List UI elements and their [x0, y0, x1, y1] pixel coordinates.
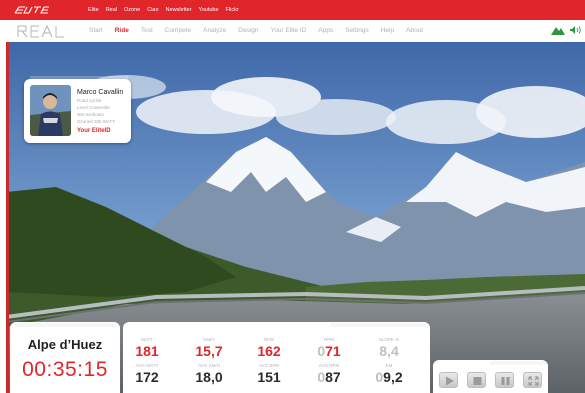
main-nav: Start Ride Test Compete Analyze Design Y…: [89, 26, 435, 36]
stat-value: 8,4: [379, 343, 399, 359]
stat-km: KM 09,2: [361, 363, 417, 385]
route-panel: Alpe d’Huez 00:35:15: [10, 322, 120, 393]
nav-settings[interactable]: Settings: [345, 26, 369, 36]
avatar[interactable]: [30, 85, 71, 136]
elapsed-time: 00:35:15: [22, 358, 108, 381]
stat-value: 15,7: [195, 343, 223, 359]
stat-value: 9,2: [383, 369, 403, 385]
top-link-ciao[interactable]: Ciao: [147, 5, 158, 15]
nav-analyze[interactable]: Analyze: [203, 26, 226, 36]
stop-button[interactable]: [467, 372, 486, 388]
fullscreen-button[interactable]: [523, 372, 542, 388]
top-link-real[interactable]: Real: [106, 5, 117, 15]
elite-logo[interactable]: [14, 6, 50, 14]
nav-about[interactable]: About: [406, 26, 423, 36]
stat-value: 181: [135, 343, 159, 359]
nav-test[interactable]: Test: [141, 26, 153, 36]
nav-bar: Start Ride Test Compete Analyze Design Y…: [0, 20, 585, 42]
top-link-youtube[interactable]: Youtube: [199, 5, 219, 15]
nav-your-elite-id[interactable]: Your Elite ID: [270, 26, 306, 36]
stat-rpm: RPM 071: [301, 337, 357, 359]
app-window: Elite Real Ozone Ciao Newsletter Youtube…: [0, 0, 585, 393]
stat-value-wrap: 087: [301, 369, 357, 385]
stat-value: 18,0: [195, 369, 223, 385]
stats-panel-decoration: [330, 323, 426, 327]
stat-slope: SLOPE % 8,4: [361, 337, 417, 359]
real-logo[interactable]: [16, 24, 72, 38]
stat-avg-rpm: AVG RPM 087: [301, 363, 357, 385]
profile-detail: Road cyclist: [77, 98, 102, 103]
nav-compete[interactable]: Compete: [165, 26, 191, 36]
play-button[interactable]: [439, 372, 458, 388]
nav-start[interactable]: Start: [89, 26, 103, 36]
red-edge-accent: [6, 42, 9, 393]
nav-ride[interactable]: Ride: [115, 26, 129, 36]
stat-value: 71: [325, 343, 341, 359]
stop-icon: [473, 377, 482, 385]
fullscreen-icon: [528, 376, 539, 386]
stat-kmh: KM/H 15,7: [181, 337, 237, 359]
profile-detail: Ozoned 305 WATT: [77, 119, 116, 124]
stat-avg-kmh: AVG KM/H 18,0: [181, 363, 237, 385]
route-name: Alpe d’Huez: [27, 337, 103, 352]
top-link-flickr[interactable]: Flickr: [226, 5, 239, 15]
stat-value-prefix: 0: [317, 343, 326, 359]
top-link-ozone[interactable]: Ozone: [124, 5, 140, 15]
stat-value-prefix: 0: [375, 369, 384, 385]
route-panel-decoration: [16, 323, 116, 327]
stat-value: 172: [135, 369, 159, 385]
top-bar: Elite Real Ozone Ciao Newsletter Youtube…: [0, 0, 585, 20]
controls-panel-decoration: [490, 361, 546, 365]
stat-avg-watt: AVG WATT 172: [119, 363, 175, 385]
pause-icon: [501, 377, 510, 385]
stat-value-wrap: 071: [301, 343, 357, 359]
nav-design[interactable]: Design: [238, 26, 258, 36]
nav-help[interactable]: Help: [381, 26, 394, 36]
pause-button[interactable]: [495, 372, 514, 388]
play-icon: [446, 376, 454, 386]
stat-value: 87: [325, 369, 341, 385]
mountain-icon[interactable]: [551, 25, 565, 35]
top-links: Elite Real Ozone Ciao Newsletter Youtube…: [88, 5, 246, 15]
profile-detail: 300 workouts: [77, 112, 104, 117]
stat-bpm: BPM 162: [241, 337, 297, 359]
profile-detail: Level Contender: [77, 105, 111, 110]
stat-value: 151: [257, 369, 281, 385]
profile-card: Marco Cavallin Road cyclist Level Conten…: [24, 79, 131, 143]
stat-watt: WATT 181: [119, 337, 175, 359]
your-eliteid-link[interactable]: Your EliteID: [77, 128, 111, 134]
sound-icon[interactable]: [569, 25, 581, 35]
stat-value: 162: [257, 343, 281, 359]
stat-avg-bpm: AVG BPM 151: [241, 363, 297, 385]
top-link-elite[interactable]: Elite: [88, 5, 99, 15]
stat-value-prefix: 0: [317, 369, 326, 385]
stats-panel: WATT 181 KM/H 15,7 BPM 162 RPM 071 SLOPE…: [123, 322, 430, 393]
nav-apps[interactable]: Apps: [318, 26, 333, 36]
top-link-newsletter[interactable]: Newsletter: [166, 5, 192, 15]
profile-name: Marco Cavallin: [77, 89, 124, 96]
stat-value-wrap: 09,2: [361, 369, 417, 385]
